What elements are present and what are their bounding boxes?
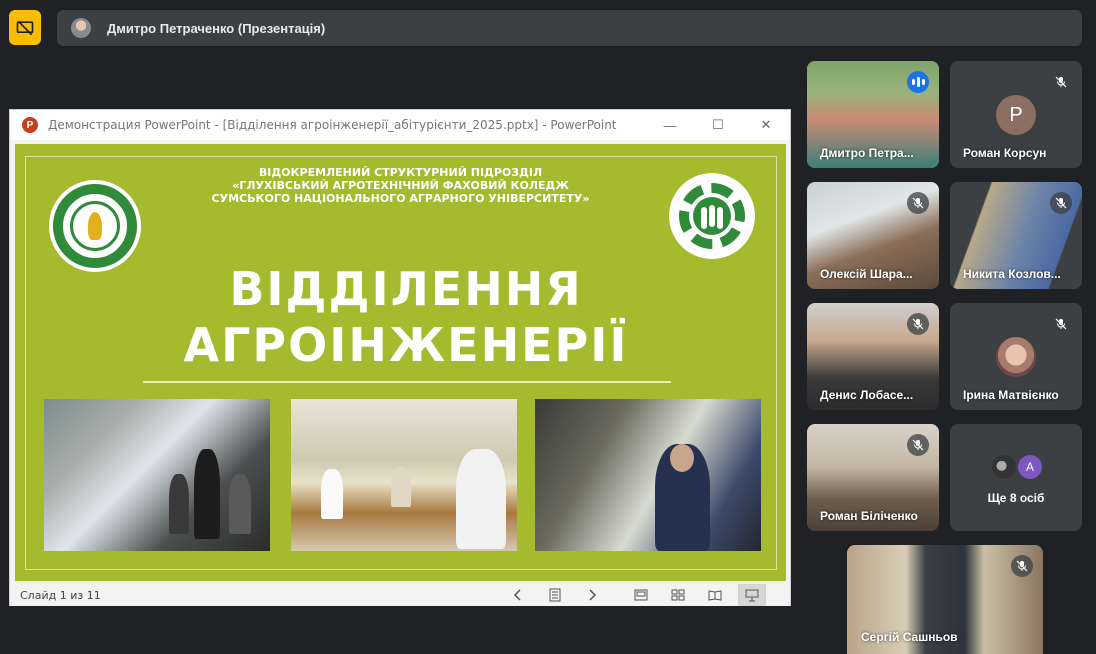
ppt-titlebar: P Демонстрация PowerPoint - [Відділення … bbox=[10, 110, 790, 140]
slide-photo-lab bbox=[535, 399, 761, 551]
participant-name: Роман Корсун bbox=[963, 146, 1047, 160]
participant-tile[interactable]: Никита Козлов... bbox=[950, 182, 1082, 289]
previous-slide-button[interactable] bbox=[504, 584, 532, 606]
window-controls: — ☐ ✕ bbox=[646, 110, 790, 140]
book-icon bbox=[708, 590, 722, 601]
maximize-button[interactable]: ☐ bbox=[694, 110, 742, 140]
participant-tile[interactable]: Дмитро Петра... bbox=[807, 61, 939, 168]
participant-name: Дмитро Петра... bbox=[820, 146, 914, 160]
avatar bbox=[992, 455, 1016, 479]
participant-name: Ірина Матвієнко bbox=[963, 388, 1059, 402]
slide-header-line: ВІДОКРЕМЛЕНИЙ СТРУКТУРНИЙ ПІДРОЗДІЛ bbox=[258, 166, 543, 179]
mic-off-icon bbox=[1011, 555, 1033, 577]
participant-name: Сергій Сашньов bbox=[861, 630, 958, 644]
mic-off-icon bbox=[1050, 313, 1072, 335]
participant-tile[interactable]: Ірина Матвієнко bbox=[950, 303, 1082, 410]
ppt-window-title: Демонстрация PowerPoint - [Відділення аг… bbox=[48, 118, 617, 132]
presenter-avatar bbox=[71, 18, 91, 38]
stop-presenting-icon bbox=[16, 20, 34, 35]
slide-list-button[interactable] bbox=[541, 584, 569, 606]
self-view-tile[interactable]: Сергій Сашньов bbox=[847, 545, 1043, 654]
more-participants-avatars: A bbox=[992, 455, 1042, 479]
slide-sorter-button[interactable] bbox=[664, 584, 692, 606]
powerpoint-logo-icon: P bbox=[22, 117, 38, 133]
more-participants-label: Ще 8 осіб bbox=[987, 491, 1045, 505]
participant-name: Никита Козлов... bbox=[963, 267, 1061, 281]
mic-off-icon bbox=[1050, 192, 1072, 214]
slide-divider bbox=[143, 381, 671, 383]
powerpoint-window: P Демонстрация PowerPoint - [Відділення … bbox=[9, 109, 791, 606]
slide[interactable]: ВІДОКРЕМЛЕНИЙ СТРУКТУРНИЙ ПІДРОЗДІЛ «ГЛУ… bbox=[15, 144, 786, 581]
avatar bbox=[996, 337, 1036, 377]
normal-view-button[interactable] bbox=[627, 584, 655, 606]
presentation-icon bbox=[745, 589, 759, 602]
normal-view-icon bbox=[634, 589, 648, 601]
wheat-icon bbox=[88, 212, 102, 240]
participant-tile[interactable]: Роман Біліченко bbox=[807, 424, 939, 531]
slides-icon bbox=[549, 588, 561, 602]
ppt-status-bar: Слайд 1 из 11 bbox=[10, 584, 790, 606]
participant-tile[interactable]: Олексій Шара... bbox=[807, 182, 939, 289]
chevron-right-icon bbox=[589, 589, 597, 601]
presenter-name: Дмитро Петраченко (Презентація) bbox=[107, 20, 326, 36]
participant-name: Роман Біліченко bbox=[820, 509, 918, 523]
next-slide-button[interactable] bbox=[578, 584, 606, 606]
mic-off-icon bbox=[907, 313, 929, 335]
mic-off-icon bbox=[1050, 71, 1072, 93]
presenter-bar[interactable]: Дмитро Петраченко (Презентація) bbox=[57, 10, 1082, 46]
slide-photo-classroom bbox=[291, 399, 517, 551]
slide-counter: Слайд 1 из 11 bbox=[20, 588, 101, 602]
close-button[interactable]: ✕ bbox=[742, 110, 790, 140]
slide-title-line1: ВІДДІЛЕННЯ bbox=[229, 262, 583, 316]
speaking-indicator-icon bbox=[907, 71, 929, 93]
presentation-indicator-icon[interactable] bbox=[9, 10, 41, 45]
reading-view-button[interactable] bbox=[701, 584, 729, 606]
more-participants-tile[interactable]: A Ще 8 осіб bbox=[950, 424, 1082, 531]
mic-off-icon bbox=[907, 192, 929, 214]
avatar: P bbox=[996, 95, 1036, 135]
slideshow-controls bbox=[504, 584, 775, 606]
participant-name: Олексій Шара... bbox=[820, 267, 913, 281]
participant-tile[interactable]: P Роман Корсун bbox=[950, 61, 1082, 168]
slide-header-line: «ГЛУХІВСЬКИЙ АГРОТЕХНІЧНИЙ ФАХОВИЙ КОЛЕД… bbox=[232, 179, 569, 192]
avatar: A bbox=[1018, 455, 1042, 479]
slide-title-line2: АГРОІНЖЕНЕРІЇ bbox=[183, 318, 629, 372]
chevron-left-icon bbox=[513, 589, 521, 601]
wheat-sprig-icon bbox=[709, 205, 715, 227]
grid-icon bbox=[671, 589, 685, 601]
participant-tile[interactable]: Денис Лобасе... bbox=[807, 303, 939, 410]
participant-name: Денис Лобасе... bbox=[820, 388, 914, 402]
slide-header: ВІДОКРЕМЛЕНИЙ СТРУКТУРНИЙ ПІДРОЗДІЛ «ГЛУ… bbox=[15, 166, 786, 205]
minimize-button[interactable]: — bbox=[646, 110, 694, 140]
slide-header-line: СУМСЬКОГО НАЦІОНАЛЬНОГО АГРАРНОГО УНІВЕР… bbox=[211, 192, 590, 205]
slide-photo-workshop bbox=[44, 399, 270, 551]
mic-off-icon bbox=[907, 434, 929, 456]
slideshow-view-button[interactable] bbox=[738, 584, 766, 606]
